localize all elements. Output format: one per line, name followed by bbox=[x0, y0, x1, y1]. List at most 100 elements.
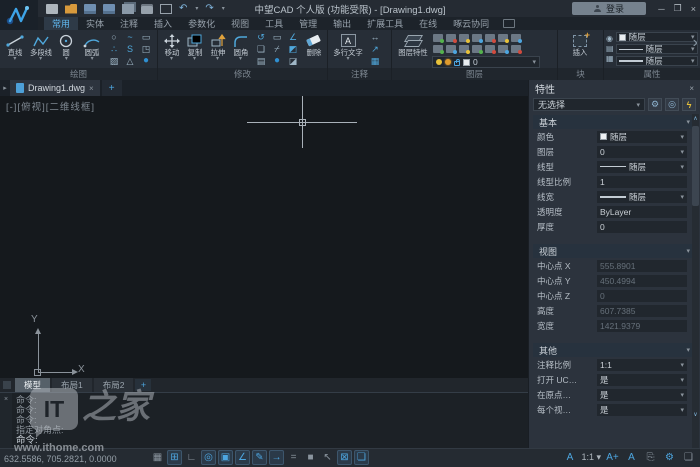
annotation-monitor-icon[interactable]: ⊠ bbox=[337, 450, 352, 465]
tab-tools[interactable]: 工具 bbox=[257, 17, 291, 30]
line-button[interactable]: 直线 bbox=[2, 31, 28, 67]
join-icon[interactable]: ◪ bbox=[285, 55, 301, 67]
save-as-icon[interactable] bbox=[103, 4, 115, 14]
annotation-visibility-icon[interactable]: A bbox=[562, 450, 577, 465]
section-other[interactable]: 其他 ▾ bbox=[533, 343, 696, 357]
quick-properties-icon[interactable]: ❏ bbox=[354, 450, 369, 465]
layer-lock-icon[interactable] bbox=[511, 34, 521, 42]
polyline-button[interactable]: 多段线 bbox=[28, 31, 54, 67]
command-close-icon[interactable]: × bbox=[4, 396, 8, 403]
dynamic-ucs-icon[interactable]: → bbox=[269, 450, 284, 465]
drawing-canvas[interactable]: [-][俯视][二维线框] Y X bbox=[0, 96, 528, 378]
table-icon[interactable]: ▦ bbox=[367, 55, 383, 67]
layer-isolate-icon[interactable] bbox=[459, 34, 469, 42]
circle-button[interactable]: 圆 bbox=[54, 31, 80, 67]
hatch-icon[interactable]: ▨ bbox=[106, 55, 122, 67]
object-snap-icon[interactable]: ◎ bbox=[201, 450, 216, 465]
settings-gear-icon[interactable]: ⚙ bbox=[662, 450, 677, 465]
lineweight-combo-caret-icon[interactable]: ▾ bbox=[691, 57, 695, 65]
transparency-value-field[interactable]: ByLayer bbox=[597, 206, 687, 218]
layer-delete-icon[interactable] bbox=[485, 45, 495, 53]
document-tab-close-icon[interactable]: × bbox=[89, 84, 94, 93]
pickadd-toggle-icon[interactable]: ϟ bbox=[682, 98, 696, 111]
tab-layout2[interactable]: 布局2 bbox=[94, 378, 134, 392]
panel-label-block[interactable]: 块 bbox=[558, 68, 604, 80]
grid-display-icon[interactable]: ▦ bbox=[150, 450, 165, 465]
panel-label-annotate[interactable]: 注释 bbox=[328, 68, 392, 80]
insert-block-button[interactable]: 插入 bbox=[560, 31, 600, 67]
open-file-icon[interactable] bbox=[65, 4, 77, 14]
tab-home[interactable]: 常用 bbox=[44, 17, 78, 30]
lineweight-combo[interactable]: 随层 ▾ bbox=[616, 56, 698, 66]
tab-cloud-collab[interactable]: 啄云协同 bbox=[445, 17, 497, 30]
move-button[interactable]: 移动 bbox=[160, 31, 183, 67]
copy-button[interactable]: 复制 bbox=[183, 31, 206, 67]
mirror-icon[interactable]: ❏ bbox=[253, 43, 269, 55]
layer-unisolate-icon[interactable] bbox=[472, 34, 482, 42]
arc-button[interactable]: 圆弧 bbox=[79, 31, 105, 67]
erase-button[interactable]: 删除 bbox=[302, 31, 325, 67]
lineweight-display-icon[interactable]: = bbox=[286, 450, 301, 465]
quick-select-icon[interactable]: ⚙ bbox=[648, 98, 662, 111]
leader-icon[interactable]: ↗ bbox=[367, 43, 383, 55]
selection-combo[interactable]: 无选择 ▾ bbox=[533, 98, 645, 111]
undo-icon[interactable]: ↶ bbox=[179, 4, 187, 14]
region-icon[interactable]: ◳ bbox=[138, 43, 154, 55]
annotation-scale-field[interactable]: 1:1▾ bbox=[597, 359, 687, 371]
zwcad-logo[interactable] bbox=[0, 0, 38, 30]
workspace-switch-icon[interactable]: ⎘ bbox=[643, 450, 658, 465]
tab-layout1[interactable]: 布局1 bbox=[52, 378, 92, 392]
viewport-control-menu[interactable]: [-] bbox=[6, 102, 17, 113]
rectangle-icon[interactable]: ▭ bbox=[138, 31, 154, 43]
layer-combo[interactable]: 0 ▾ bbox=[432, 56, 540, 68]
layer-state-icon[interactable] bbox=[511, 45, 521, 53]
linetype-list-icon[interactable]: ▤ bbox=[606, 45, 614, 53]
selection-cycling-icon[interactable]: ↖ bbox=[320, 450, 335, 465]
layer-copy-icon[interactable] bbox=[498, 45, 508, 53]
palette-scroll-up-icon[interactable]: ∧ bbox=[692, 114, 699, 124]
clean-screen-icon[interactable]: ❏ bbox=[681, 450, 696, 465]
ellipse-icon[interactable]: ○ bbox=[106, 31, 122, 43]
explode-icon[interactable]: ● bbox=[269, 55, 285, 67]
batch-plot-icon[interactable] bbox=[122, 4, 134, 14]
layer-bulb-icon[interactable] bbox=[436, 59, 442, 65]
lineweight-value-field[interactable]: 随层▾ bbox=[597, 191, 687, 203]
document-tab[interactable]: Drawing1.dwg × bbox=[10, 80, 100, 96]
rotate-icon[interactable]: ↺ bbox=[253, 31, 269, 43]
palette-scroll-thumb[interactable] bbox=[692, 126, 699, 206]
layer-sun-icon[interactable] bbox=[445, 59, 451, 65]
layer-match-icon[interactable] bbox=[433, 45, 443, 53]
break-icon[interactable]: ◩ bbox=[285, 43, 301, 55]
command-input[interactable]: 命令: bbox=[16, 432, 38, 446]
plot-style-icon[interactable]: ▦ bbox=[606, 55, 614, 63]
undo-dropdown-icon[interactable]: ▾ bbox=[195, 5, 198, 12]
autoscale-icon[interactable]: A+ bbox=[605, 450, 620, 465]
palette-close-icon[interactable]: × bbox=[689, 84, 694, 93]
tab-express-tools[interactable]: 扩展工具 bbox=[359, 17, 411, 30]
layer-off-icon[interactable] bbox=[446, 34, 456, 42]
tab-output[interactable]: 输出 bbox=[325, 17, 359, 30]
polar-tracking-icon[interactable]: ∠ bbox=[235, 450, 250, 465]
donut-icon[interactable]: ● bbox=[138, 55, 154, 67]
linetype-combo[interactable]: 随层 ▾ bbox=[616, 44, 698, 54]
layout-menu-icon[interactable] bbox=[3, 381, 11, 389]
close-button[interactable]: × bbox=[691, 4, 696, 14]
ucs-origin-field[interactable]: 是▾ bbox=[597, 389, 687, 401]
spline-fit-icon[interactable]: S bbox=[122, 43, 138, 55]
panel-label-layer[interactable]: 图层 bbox=[392, 68, 558, 80]
palette-scroll-down-icon[interactable]: ∨ bbox=[692, 410, 699, 420]
object-snap-tracking-icon[interactable]: ▣ bbox=[218, 450, 233, 465]
trim-icon[interactable]: ⌿ bbox=[269, 43, 285, 55]
ribbon-overflow-icon[interactable]: › bbox=[693, 34, 698, 52]
section-view[interactable]: 视图 ▾ bbox=[533, 244, 696, 258]
per-viewport-field[interactable]: 是▾ bbox=[597, 404, 687, 416]
transparency-display-icon[interactable]: ■ bbox=[303, 450, 318, 465]
snap-mode-icon[interactable]: ⊞ bbox=[167, 450, 182, 465]
stretch-button[interactable]: 拉伸 bbox=[206, 31, 229, 67]
layer-lock-state-icon[interactable] bbox=[454, 61, 460, 66]
layer-on-icon[interactable] bbox=[433, 34, 443, 42]
tab-view[interactable]: 视图 bbox=[223, 17, 257, 30]
scale-icon[interactable]: ∠ bbox=[285, 31, 301, 43]
tab-model[interactable]: 模型 bbox=[15, 378, 50, 392]
layer-thaw-icon[interactable] bbox=[498, 34, 508, 42]
